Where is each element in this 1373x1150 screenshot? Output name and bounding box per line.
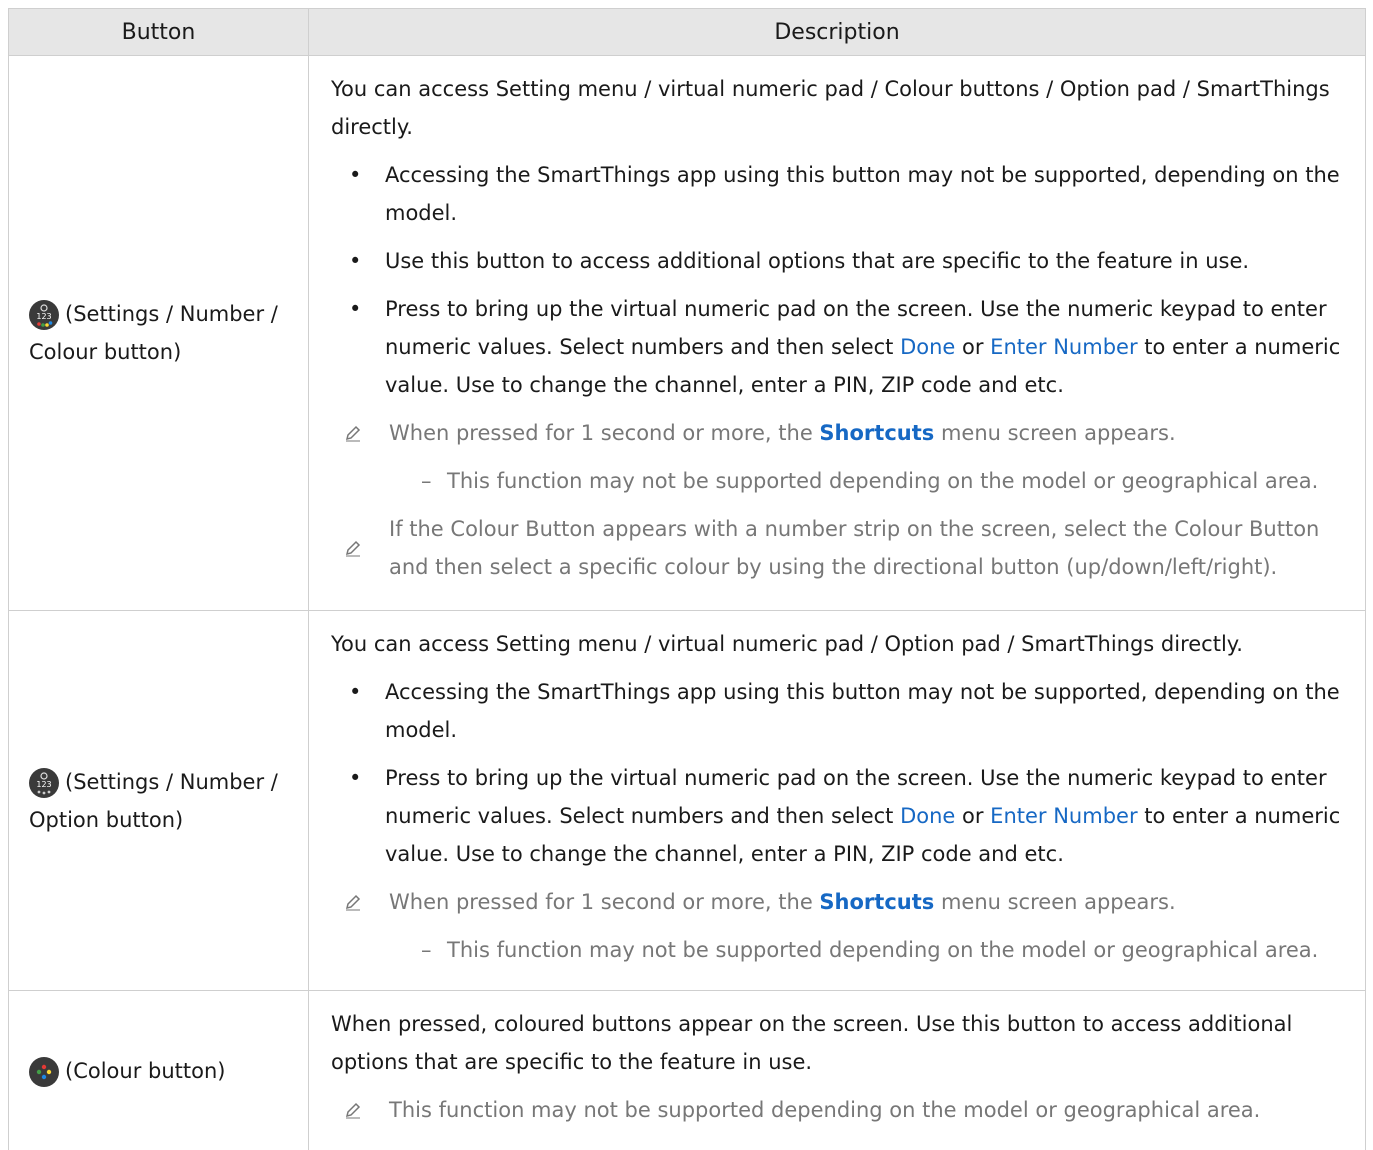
- pencil-note-icon: [331, 414, 389, 452]
- shortcuts-link[interactable]: Shortcuts: [819, 890, 934, 914]
- list-item: • Accessing the SmartThings app using thi…: [349, 163, 1340, 225]
- settings-number-option-icon: 123: [29, 767, 59, 798]
- description-cell: You can access Setting menu / virtual nu…: [309, 611, 1365, 990]
- description-intro: When pressed, coloured buttons appear on…: [331, 1012, 1293, 1074]
- done-link[interactable]: Done: [900, 804, 955, 828]
- list-item: • Press to bring up the virtual numeric p…: [349, 766, 1341, 866]
- note: When pressed for 1 second or more, the S…: [331, 414, 1341, 452]
- enter-number-link[interactable]: Enter Number: [990, 804, 1137, 828]
- svg-text:123: 123: [36, 780, 51, 789]
- button-cell: 123 (Settings / Number / Colour button): [9, 56, 309, 610]
- table-row: (Colour button) When pressed, coloured b…: [9, 990, 1365, 1150]
- pencil-note-icon: [331, 883, 389, 921]
- button-label: (Settings / Number / Colour button): [29, 302, 278, 364]
- table-row: 123 (Settings / Number / Colour button) …: [9, 55, 1365, 610]
- note: If the Colour Button appears with a numb…: [331, 510, 1341, 586]
- header-button: Button: [9, 9, 309, 55]
- enter-number-link[interactable]: Enter Number: [990, 335, 1137, 359]
- settings-number-colour-icon: 123: [29, 300, 59, 330]
- note: This function may not be supported depen…: [331, 1091, 1341, 1129]
- svg-text:123: 123: [36, 312, 51, 321]
- list-item: • Accessing the SmartThings app using thi…: [349, 680, 1340, 742]
- table-header: Button Description: [9, 8, 1365, 55]
- done-link[interactable]: Done: [900, 335, 955, 359]
- description-intro: You can access Setting menu / virtual nu…: [331, 77, 1330, 139]
- description-intro: You can access Setting menu / virtual nu…: [331, 632, 1243, 656]
- list-item: • Use this button to access additional op…: [349, 249, 1250, 273]
- description-cell: When pressed, coloured buttons appear on…: [309, 991, 1365, 1150]
- button-label: (Colour button): [65, 1058, 226, 1083]
- note: When pressed for 1 second or more, the S…: [331, 883, 1341, 921]
- pencil-note-icon: [331, 510, 389, 586]
- sub-note: – This function may not be supported depe…: [421, 938, 1319, 962]
- table-row: 123 (Settings / Number / Option button) …: [9, 610, 1365, 990]
- colour-button-icon: [29, 1056, 59, 1087]
- button-label: (Settings / Number / Option button): [29, 769, 278, 832]
- button-cell: (Colour button): [9, 991, 309, 1150]
- pencil-note-icon: [331, 1091, 389, 1129]
- sub-note: – This function may not be supported depe…: [421, 469, 1319, 493]
- button-description-table: Button Description 123 (Settings / Numbe…: [8, 8, 1366, 1150]
- header-description: Description: [774, 19, 900, 45]
- description-cell: You can access Setting menu / virtual nu…: [309, 56, 1365, 610]
- list-item: • Press to bring up the virtual numeric p…: [349, 297, 1341, 397]
- shortcuts-link[interactable]: Shortcuts: [819, 421, 934, 445]
- button-cell: 123 (Settings / Number / Option button): [9, 611, 309, 990]
